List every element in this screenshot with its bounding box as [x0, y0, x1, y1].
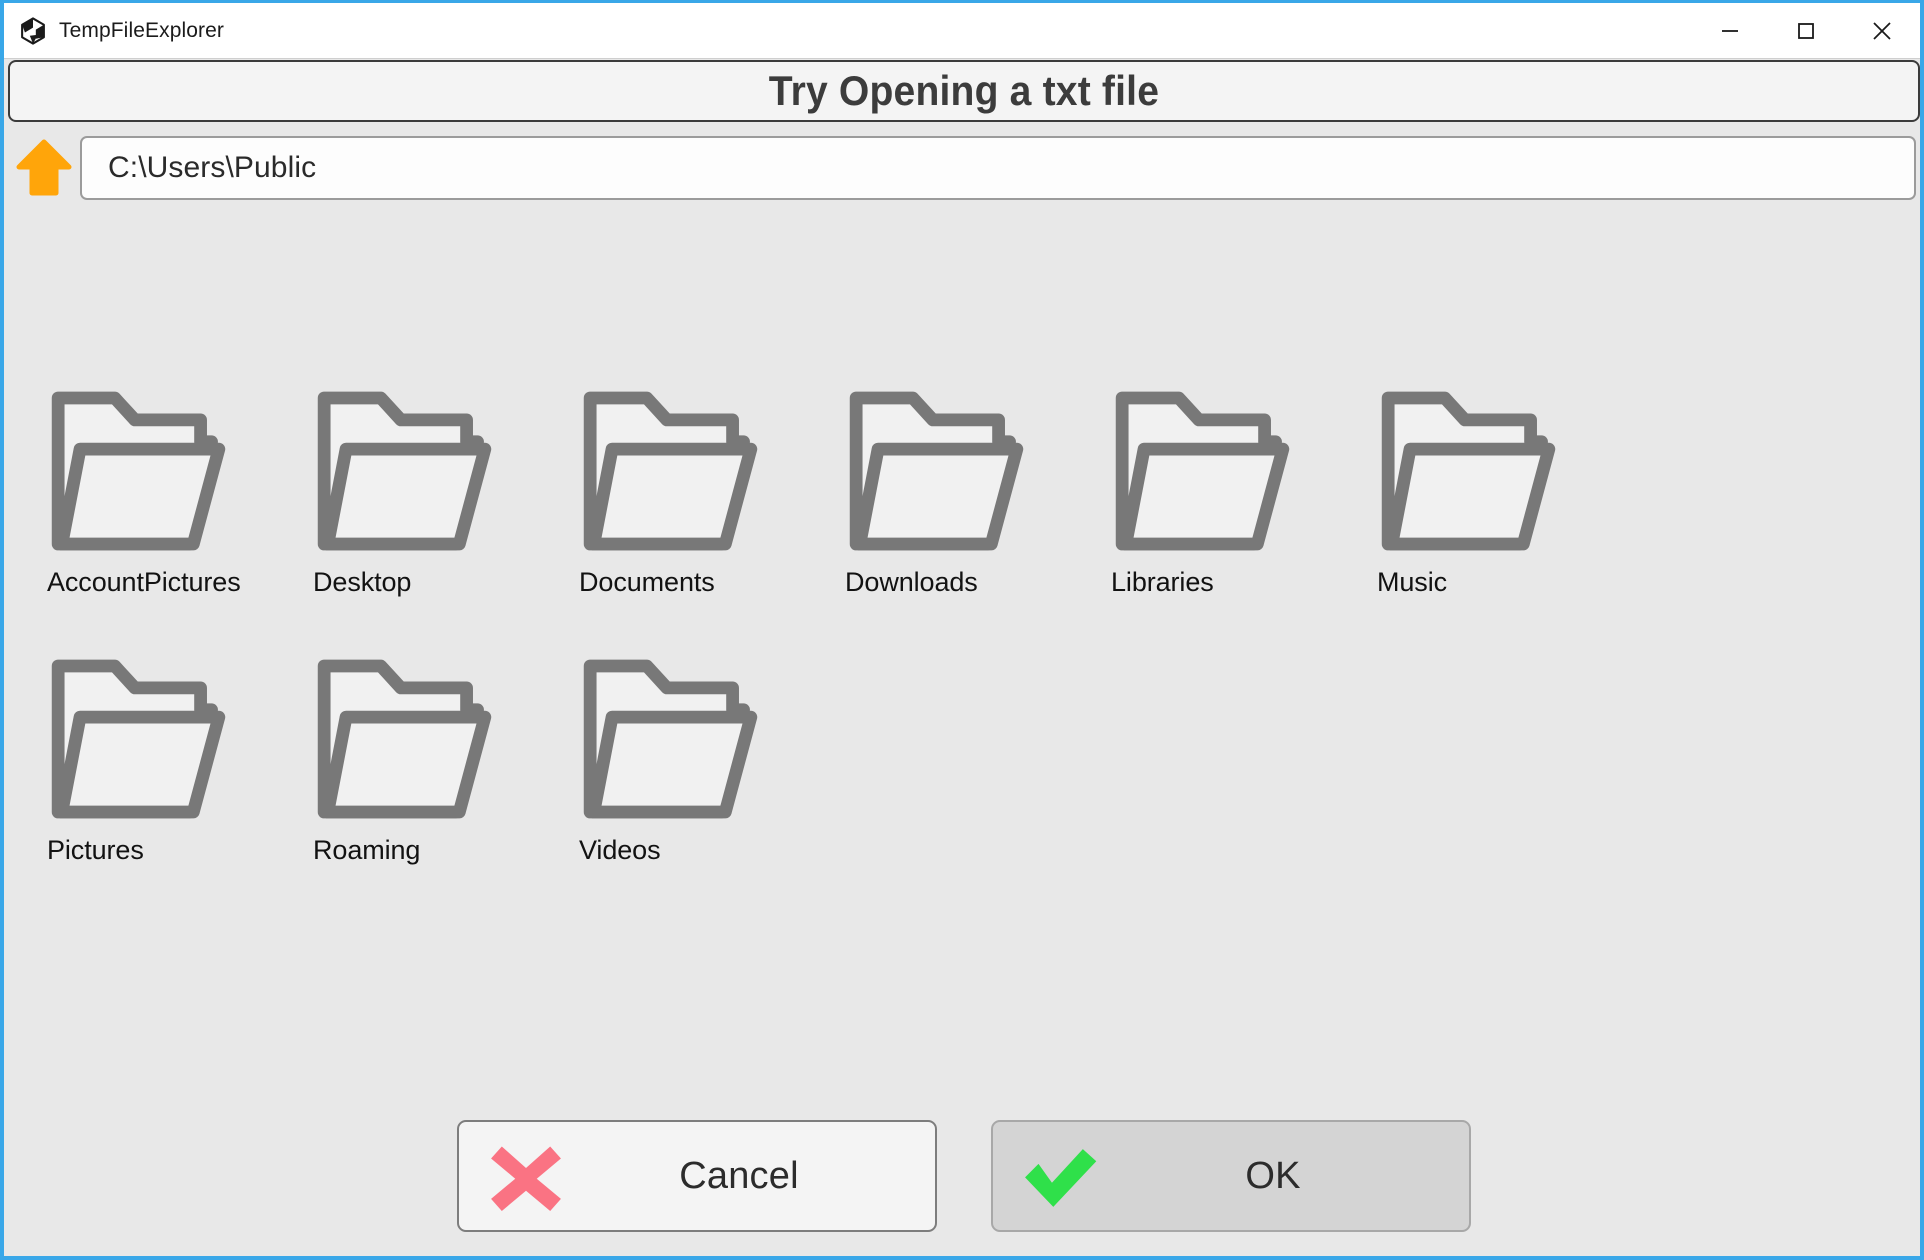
- title-bar-left: TempFileExplorer: [4, 16, 1692, 46]
- minimize-button[interactable]: [1692, 3, 1768, 58]
- folder-icon: [51, 659, 226, 819]
- file-item[interactable]: Desktop: [310, 387, 576, 655]
- folder-icon: [583, 659, 758, 819]
- title-bar: TempFileExplorer: [4, 3, 1920, 59]
- ok-button[interactable]: OK: [991, 1120, 1471, 1232]
- file-list-area: AccountPictures Desktop Documents Downloads…: [8, 211, 1920, 1091]
- file-grid: AccountPictures Desktop Documents Downloads…: [44, 387, 1640, 923]
- file-item[interactable]: Libraries: [1108, 387, 1374, 655]
- folder-icon: [51, 391, 226, 551]
- check-icon: [1025, 1149, 1097, 1207]
- navigate-up-button[interactable]: [8, 135, 80, 201]
- dialog-footer: Cancel OK: [8, 1118, 1920, 1234]
- prompt-banner-title: Try Opening a txt file: [768, 67, 1160, 114]
- file-item-label: Documents: [579, 567, 715, 597]
- minimize-icon: [1722, 29, 1738, 32]
- folder-icon: [317, 659, 492, 819]
- folder-icon: [849, 391, 1024, 551]
- file-item-label: Videos: [579, 835, 661, 865]
- prompt-banner: Try Opening a txt file: [8, 60, 1920, 122]
- cross-icon: [491, 1146, 561, 1211]
- file-item[interactable]: AccountPictures: [44, 387, 310, 655]
- folder-icon: [1381, 391, 1556, 551]
- close-icon: [1873, 21, 1891, 40]
- arrow-up-icon: [16, 139, 72, 196]
- file-item[interactable]: Roaming: [310, 655, 576, 923]
- folder-icon: [1115, 391, 1290, 551]
- cancel-button[interactable]: Cancel: [457, 1120, 937, 1232]
- file-item-label: AccountPictures: [47, 567, 241, 597]
- ok-button-label: OK: [1245, 1154, 1301, 1197]
- cancel-button-label: Cancel: [679, 1154, 799, 1197]
- file-item-label: Downloads: [845, 567, 978, 597]
- app-title: TempFileExplorer: [59, 18, 224, 42]
- close-button[interactable]: [1844, 3, 1920, 58]
- maximize-icon: [1798, 22, 1814, 39]
- file-item-label: Music: [1377, 567, 1448, 597]
- folder-icon: [583, 391, 758, 551]
- file-item-label: Desktop: [313, 567, 412, 597]
- maximize-button[interactable]: [1768, 3, 1844, 58]
- window-controls: [1692, 3, 1920, 58]
- file-item[interactable]: Downloads: [842, 387, 1108, 655]
- folder-icon: [317, 391, 492, 551]
- path-input-value: C:\Users\Public: [108, 151, 317, 184]
- app-window: TempFileExplorer Try Opening a txt file …: [0, 0, 1924, 1260]
- unity-logo-icon: [21, 16, 45, 45]
- file-item[interactable]: Documents: [576, 387, 842, 655]
- path-bar: C:\Users\Public: [8, 135, 1920, 201]
- file-item-label: Pictures: [47, 835, 144, 865]
- file-item-label: Libraries: [1111, 567, 1214, 597]
- file-item[interactable]: Music: [1374, 387, 1640, 655]
- file-item[interactable]: Videos: [576, 655, 842, 923]
- file-item[interactable]: Pictures: [44, 655, 310, 923]
- path-input[interactable]: C:\Users\Public: [80, 136, 1916, 200]
- file-item-label: Roaming: [313, 835, 421, 865]
